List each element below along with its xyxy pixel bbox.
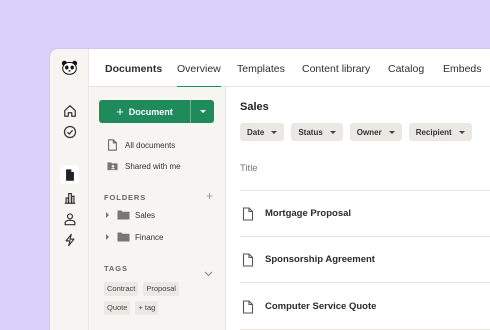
filter-label: Recipient — [415, 127, 452, 137]
collapse-tags-icon[interactable] — [204, 264, 213, 282]
filter-owner[interactable]: Owner — [349, 123, 402, 141]
main-content: Sales Date Status Owner Recipient Title — [227, 87, 490, 330]
document-outline-icon — [108, 139, 117, 151]
page-title: Sales — [240, 101, 269, 113]
shared-folder-icon — [107, 162, 118, 171]
person-icon[interactable] — [60, 209, 79, 228]
home-icon[interactable] — [60, 101, 79, 120]
column-header-title[interactable]: Title — [240, 163, 490, 174]
new-document-dropdown-button[interactable] — [190, 100, 214, 123]
filter-label: Date — [247, 127, 265, 137]
top-navigation: Documents Overview Templates Content lib… — [89, 49, 490, 88]
tab-content-library[interactable]: Content library — [302, 49, 370, 87]
add-folder-icon[interactable]: + — [206, 190, 213, 202]
table-row[interactable]: Mortgage Proposal — [240, 191, 490, 237]
tab-catalog[interactable]: Catalog — [388, 49, 424, 87]
document-outline-icon — [242, 299, 254, 314]
filter-label: Status — [298, 127, 323, 137]
filter-date[interactable]: Date — [240, 123, 285, 141]
document-title: Computer Service Quote — [265, 301, 377, 312]
tag-proposal[interactable]: Proposal — [143, 282, 179, 296]
sidebar-item-all-documents[interactable]: All documents — [107, 139, 175, 151]
documents-sidebar: + Document All documents Shared with me … — [89, 87, 226, 330]
new-document-button[interactable]: + Document — [99, 100, 190, 123]
folder-label: Finance — [135, 232, 164, 242]
filter-bar: Date Status Owner Recipient — [240, 123, 472, 141]
add-tag-button[interactable]: + tag — [135, 301, 159, 315]
tag-quote[interactable]: Quote — [104, 301, 131, 315]
document-outline-icon — [242, 206, 254, 221]
folder-item-finance[interactable]: Finance — [106, 232, 163, 242]
tab-documents[interactable]: Documents — [105, 49, 162, 87]
chevron-down-icon — [458, 130, 465, 134]
document-title: Mortgage Proposal — [265, 208, 352, 219]
folder-item-sales[interactable]: Sales — [106, 210, 155, 220]
tags-section-title: TAGS — [104, 264, 128, 273]
folder-icon — [117, 210, 130, 220]
chevron-down-icon — [271, 130, 278, 134]
table-row[interactable]: Computer Service Quote — [240, 284, 490, 330]
tag-contract[interactable]: Contract — [104, 282, 139, 296]
filter-label: Owner — [356, 127, 382, 137]
icon-rail — [50, 49, 89, 330]
new-document-split-button: + Document — [99, 100, 214, 123]
sidebar-item-shared[interactable]: Shared with me — [107, 160, 181, 172]
table-row[interactable]: Sponsorship Agreement — [240, 237, 490, 283]
lightning-icon[interactable] — [60, 230, 79, 249]
sidebar-item-label: All documents — [125, 140, 176, 150]
tab-templates[interactable]: Templates — [237, 49, 285, 87]
folder-icon — [117, 232, 130, 242]
chevron-right-icon — [106, 212, 109, 218]
tag-list: Contract Proposal — [104, 282, 179, 296]
check-circle-icon[interactable] — [60, 122, 79, 141]
document-title: Sponsorship Agreement — [265, 254, 375, 265]
folder-label: Sales — [135, 210, 156, 220]
tab-overview[interactable]: Overview — [177, 49, 221, 88]
folders-section-title: FOLDERS — [104, 193, 147, 202]
tab-embeds[interactable]: Embeds — [443, 49, 482, 87]
filter-status[interactable]: Status — [291, 123, 343, 141]
app-window: Documents Overview Templates Content lib… — [50, 49, 490, 330]
new-document-label: Document — [128, 106, 173, 117]
document-outline-icon — [242, 252, 254, 267]
sidebar-item-label: Shared with me — [125, 161, 181, 171]
filter-recipient[interactable]: Recipient — [408, 123, 472, 141]
tag-list-row-2: Quote + tag — [104, 301, 159, 315]
panda-logo-icon[interactable] — [60, 58, 79, 77]
chevron-down-icon — [388, 130, 395, 134]
document-icon[interactable] — [60, 165, 79, 184]
plus-icon: + — [116, 104, 124, 119]
bar-chart-icon[interactable] — [60, 188, 79, 207]
chevron-right-icon — [106, 234, 109, 240]
chevron-down-icon — [329, 130, 336, 134]
chevron-down-icon — [199, 110, 206, 113]
